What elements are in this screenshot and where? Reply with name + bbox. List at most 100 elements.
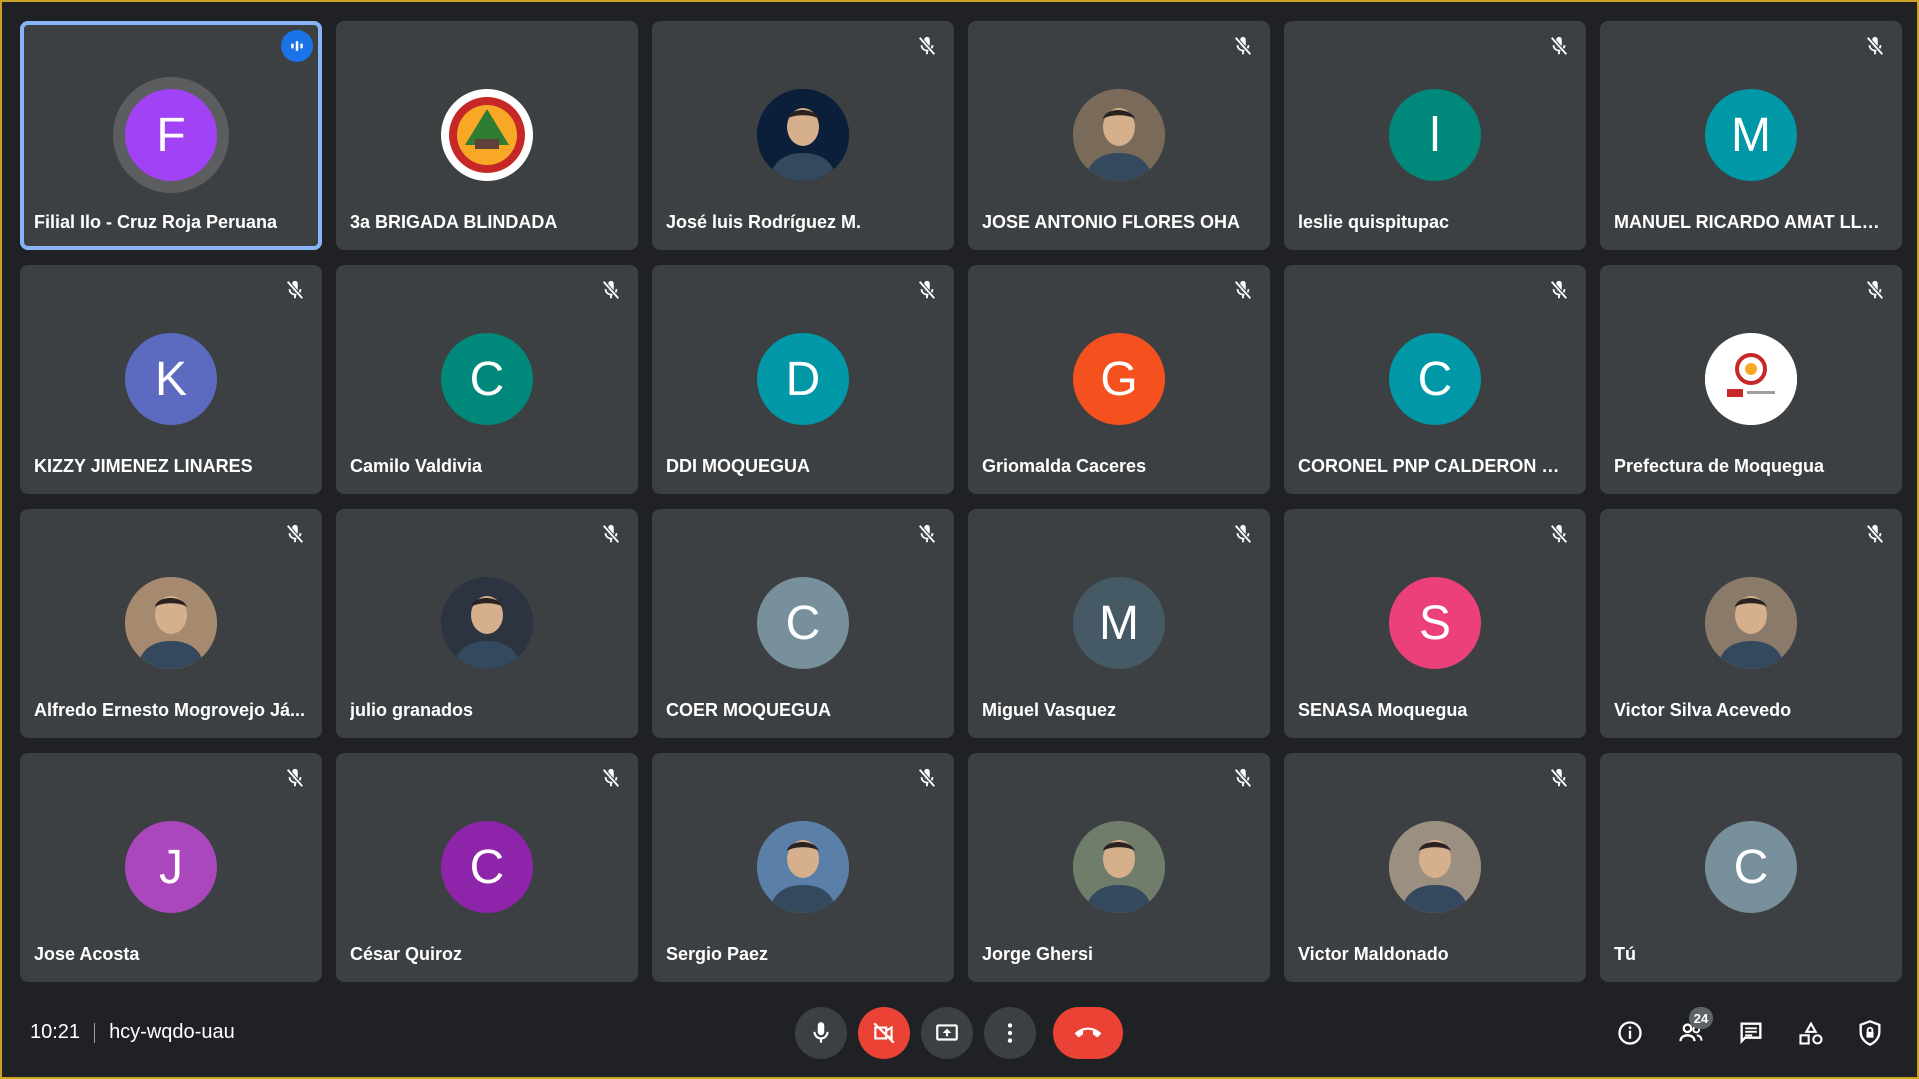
participant-name: leslie quispitupac [1298, 212, 1450, 232]
activities-icon [1799, 1021, 1823, 1045]
mic-off-icon [286, 524, 304, 544]
participant-tile[interactable]: julio granados [336, 509, 638, 738]
activities-button[interactable] [1789, 1011, 1833, 1055]
avatar-initial: C [441, 821, 533, 913]
mic-off-icon [918, 524, 936, 544]
meeting-code: hcy-wqdo-uau [109, 1021, 235, 1043]
participant-tile[interactable]: G Griomalda Caceres [968, 265, 1270, 494]
mic-off-icon [602, 524, 620, 544]
participant-tile[interactable]: M Miguel Vasquez [968, 509, 1270, 738]
participant-tile[interactable]: Victor Silva Acevedo [1600, 509, 1902, 738]
participant-name: MANUEL RICARDO AMAT LLER... [1614, 212, 1888, 232]
participant-name: CORONEL PNP CALDERON CO... [1298, 456, 1572, 476]
chat-button[interactable] [1729, 1011, 1773, 1055]
info-icon [1618, 1021, 1642, 1045]
participant-name: 3a BRIGADA BLINDADA [350, 212, 558, 232]
participant-tile[interactable]: l leslie quispitupac [1284, 21, 1586, 250]
participant-name: Sergio Paez [666, 944, 769, 964]
participant-tile[interactable]: Alfredo Ernesto Mogrovejo Já... [20, 509, 322, 738]
participant-tile[interactable]: M MANUEL RICARDO AMAT LLER... [1600, 21, 1902, 250]
participant-name: COER MOQUEGUA [666, 700, 832, 720]
avatar-logo [441, 89, 533, 181]
avatar-initial: D [757, 333, 849, 425]
participant-tile[interactable]: C CORONEL PNP CALDERON CO... [1284, 265, 1586, 494]
mic-off-icon [1234, 280, 1252, 300]
participant-name: Griomalda Caceres [982, 456, 1147, 476]
mic-off-icon [602, 280, 620, 300]
microphone-button[interactable] [795, 1007, 847, 1059]
host-controls-button[interactable] [1848, 1011, 1892, 1055]
avatar-photo [1705, 577, 1797, 669]
participant-tile[interactable]: C COER MOQUEGUA [652, 509, 954, 738]
meeting-details-button[interactable] [1608, 1011, 1652, 1055]
participant-name: SENASA Moquegua [1298, 700, 1468, 720]
participant-tile[interactable]: Victor Maldonado [1284, 753, 1586, 982]
avatar-logo [1705, 333, 1797, 425]
avatar-photo [125, 577, 217, 669]
divider [94, 1022, 96, 1043]
participant-tile[interactable]: José luis Rodríguez M. [652, 21, 954, 250]
participant-tile[interactable]: F Filial Ilo - Cruz Roja Peruana [20, 21, 322, 250]
participant-tile[interactable]: Prefectura de Moquegua [1600, 265, 1902, 494]
participant-name: Miguel Vasquez [982, 700, 1117, 720]
avatar-photo [757, 821, 849, 913]
participant-name: José luis Rodríguez M. [666, 212, 862, 232]
participant-name: Filial Ilo - Cruz Roja Peruana [34, 212, 278, 232]
participants-button[interactable]: 24 [1669, 1007, 1713, 1055]
mic-off-icon [918, 36, 936, 56]
avatar-initial: C [1705, 821, 1797, 913]
present-screen-button[interactable] [921, 1007, 973, 1059]
participant-name: Jorge Ghersi [982, 944, 1094, 964]
participant-name: julio granados [350, 700, 474, 720]
avatar-photo [757, 89, 849, 181]
participant-name: Victor Maldonado [1298, 944, 1449, 964]
participant-tile[interactable]: Jorge Ghersi [968, 753, 1270, 982]
end-call-button[interactable] [1053, 1007, 1123, 1059]
participant-tile[interactable]: J Jose Acosta [20, 753, 322, 982]
participant-name: César Quiroz [350, 944, 463, 964]
avatar-initial: C [1389, 333, 1481, 425]
camera-off-icon [873, 1022, 895, 1044]
participant-grid: F Filial Ilo - Cruz Roja Peruana 3a BRIGAD… [20, 21, 1902, 982]
avatar-initial: J [125, 821, 217, 913]
mic-off-icon [602, 768, 620, 788]
participant-name: Prefectura de Moquegua [1614, 456, 1825, 476]
avatar-photo [1073, 89, 1165, 181]
participant-name: Alfredo Ernesto Mogrovejo Já... [34, 700, 306, 720]
participant-tile[interactable]: C Tú [1600, 753, 1902, 982]
avatar-initial: l [1389, 89, 1481, 181]
end-call-icon [1075, 1027, 1101, 1038]
participant-name: DDI MOQUEGUA [666, 456, 810, 476]
participant-count-badge: 24 [1689, 1007, 1713, 1029]
avatar-initial: C [441, 333, 533, 425]
mic-off-icon [1550, 280, 1568, 300]
avatar-initial: F [125, 89, 217, 181]
microphone-icon [813, 1022, 829, 1043]
mic-off-icon [1234, 768, 1252, 788]
mic-off-icon [1550, 768, 1568, 788]
mic-off-icon [286, 280, 304, 300]
participant-tile[interactable]: K KIZZY JIMENEZ LINARES [20, 265, 322, 494]
camera-toggle-button[interactable] [858, 1007, 910, 1059]
mic-off-icon [286, 768, 304, 788]
mic-off-icon [918, 768, 936, 788]
mic-off-icon [1866, 36, 1884, 56]
participant-tile[interactable]: C César Quiroz [336, 753, 638, 982]
mic-off-icon [1234, 36, 1252, 56]
avatar-initial: M [1073, 577, 1165, 669]
participant-tile[interactable]: D DDI MOQUEGUA [652, 265, 954, 494]
participant-tile[interactable]: C Camilo Valdivia [336, 265, 638, 494]
mic-off-icon [1866, 280, 1884, 300]
mic-off-icon [918, 280, 936, 300]
participant-tile[interactable]: 3a BRIGADA BLINDADA [336, 21, 638, 250]
avatar-photo [1073, 821, 1165, 913]
participant-tile[interactable]: S SENASA Moquegua [1284, 509, 1586, 738]
more-options-button[interactable] [984, 1007, 1036, 1059]
avatar-initial: G [1073, 333, 1165, 425]
participant-name: Camilo Valdivia [350, 456, 483, 476]
present-screen-icon [936, 1024, 958, 1041]
mic-off-icon [1866, 524, 1884, 544]
participant-tile[interactable]: Sergio Paez [652, 753, 954, 982]
participant-tile[interactable]: JOSE ANTONIO FLORES OHA [968, 21, 1270, 250]
meeting-time: 10:21 [30, 1021, 81, 1043]
